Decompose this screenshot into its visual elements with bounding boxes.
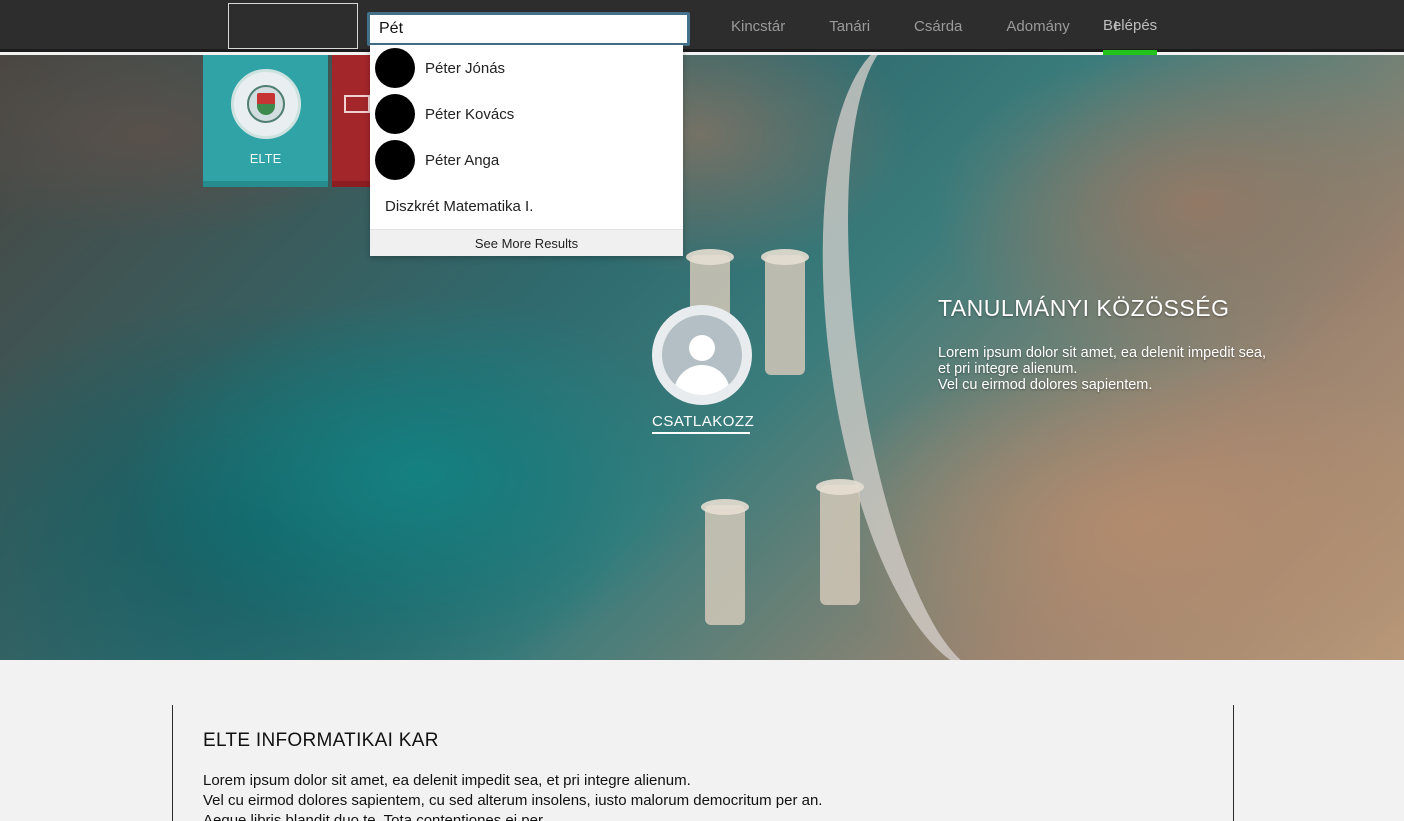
search-result-person[interactable]: Péter Anga [370,137,683,183]
nav-item-kincstar[interactable]: Kincstár [731,18,785,35]
avatar [375,94,415,134]
nav-item-adomany[interactable]: Adomány [1006,18,1069,35]
see-more-results-button[interactable]: See More Results [370,229,683,256]
nav-item-csarda[interactable]: Csárda [914,18,962,35]
login-link[interactable]: Belépés [1102,0,1158,55]
hero-description: Lorem ipsum dolor sit amet, ea delenit i… [938,345,1298,393]
hero-text-line: et pri integre alienum. [938,361,1078,377]
intake-tower-cap [761,249,809,265]
search-result-name: Péter Kovács [425,105,515,123]
section-title: ELTE INFORMATIKAI KAR [203,730,439,751]
search-result-person[interactable]: Péter Jónás [370,45,683,91]
search-result-course[interactable]: Diszkrét Matematika I. [370,183,683,229]
search-results-dropdown: Péter Jónás Péter Kovács Péter Anga Disz… [370,45,683,256]
search-result-person[interactable]: Péter Kovács [370,91,683,137]
hero-title: TANULMÁNYI KÖZÖSSÉG [938,295,1230,321]
site-logo[interactable] [228,3,358,49]
search-box [367,12,690,46]
search-input[interactable] [370,15,687,43]
main-nav: Kincstár Tanári Csárda Adomány I Belépés [731,0,1158,55]
hero-banner: ELTE CSATLAKOZZ TANULMÁNYI KÖZÖSSÉG Lore… [0,55,1404,660]
building-icon [344,95,370,113]
intake-tower [765,255,805,375]
join-avatar[interactable] [652,305,752,405]
user-icon [662,315,742,395]
section-text-line: Vel cu eirmod dolores sapientem, cu sed … [203,792,823,809]
intake-tower-cap [816,479,864,495]
tile-elte-label: ELTE [249,151,282,166]
intake-tower [820,485,860,605]
intake-tower-cap [701,499,749,515]
intake-tower [705,505,745,625]
elte-logo-icon [231,69,301,139]
content-section: ELTE INFORMATIKAI KAR Lorem ipsum dolor … [172,705,1234,821]
section-text-line: Lorem ipsum dolor sit amet, ea delenit i… [203,772,691,789]
top-navbar: Kincstár Tanári Csárda Adomány I Belépés [0,0,1404,55]
section-text: Lorem ipsum dolor sit amet, ea delenit i… [203,771,1203,821]
hero-text-line: Lorem ipsum dolor sit amet, ea delenit i… [938,345,1267,361]
tile-elte[interactable]: ELTE [203,55,328,187]
search-result-name: Péter Jónás [425,59,506,77]
section-text-line: Aeque libris blandit duo te. Tota conten… [203,812,547,821]
avatar [375,48,415,88]
search-result-name: Péter Anga [425,151,500,169]
join-link[interactable]: CSATLAKOZZ [652,413,754,434]
avatar [375,140,415,180]
nav-item-tanari[interactable]: Tanári [829,18,870,35]
intake-tower-cap [686,249,734,265]
hero-text-line: Vel cu eirmod dolores sapientem. [938,377,1153,393]
